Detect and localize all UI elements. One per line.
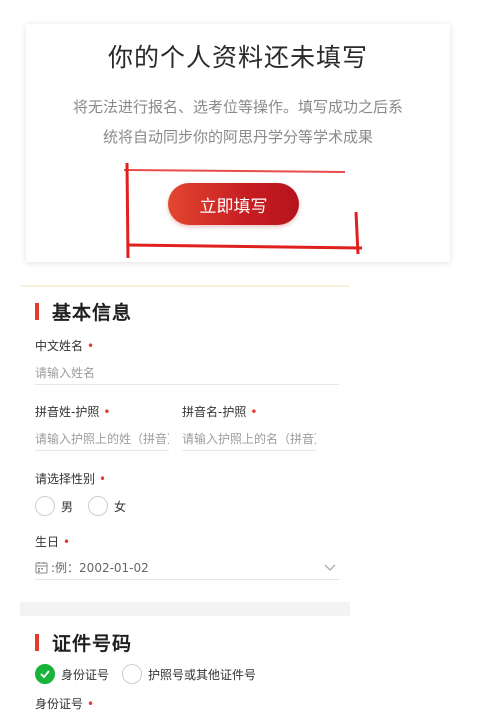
basic-info-header: 基本信息	[35, 300, 133, 324]
pinyin-given-name-label: 拼音名-护照 •	[182, 405, 258, 419]
required-mark: •	[99, 472, 107, 486]
id-section-title: 证件号码	[52, 632, 133, 655]
profile-incomplete-card: 你的个人资料还未填写 将无法进行报名、选考位等操作。填写成功之后系 统将自动同步…	[26, 24, 450, 262]
id-section-header: 证件号码	[35, 631, 133, 655]
section-accent-bar	[35, 302, 39, 320]
basic-info-title: 基本信息	[52, 301, 133, 324]
pinyin-surname-input[interactable]	[35, 427, 169, 451]
radio-circle[interactable]	[35, 496, 55, 516]
birthday-placeholder: :例：2002-01-02	[51, 561, 149, 575]
required-mark: •	[63, 535, 71, 549]
chinese-name-input[interactable]	[35, 361, 339, 385]
required-mark: •	[87, 697, 95, 710]
required-mark: •	[103, 405, 111, 419]
section-divider	[20, 602, 350, 616]
radio-circle[interactable]	[88, 496, 108, 516]
id-type-radio-id-card[interactable]: 身份证号	[35, 664, 109, 684]
prompt-title: 你的个人资料还未填写	[107, 43, 368, 72]
radio-circle-checked[interactable]	[35, 664, 55, 684]
birthday-label: 生日 •	[35, 535, 71, 549]
required-mark: •	[250, 405, 258, 419]
check-icon	[40, 670, 50, 679]
prompt-description-line-1: 将无法进行报名、选考位等操作。填写成功之后系	[72, 98, 403, 116]
pinyin-given-name-input[interactable]	[182, 427, 316, 451]
calendar-icon	[35, 562, 48, 574]
birthday-date-picker[interactable]: :例：2002-01-02	[35, 556, 339, 580]
pinyin-surname-label: 拼音姓-护照 •	[35, 405, 111, 419]
required-mark: •	[87, 339, 95, 353]
gender-radio-female[interactable]: 女	[88, 496, 126, 516]
id-number-label: 身份证号 •	[35, 697, 95, 710]
chevron-down-icon[interactable]	[323, 560, 337, 574]
prompt-description-line-2: 统将自动同步你的阿思丹学分等学术成果	[102, 128, 373, 146]
fill-now-button[interactable]: 立即填写	[168, 183, 299, 225]
radio-circle[interactable]	[122, 664, 142, 684]
section-divider-line	[20, 285, 350, 287]
gender-radio-male[interactable]: 男	[35, 496, 73, 516]
prompt-description: 将无法进行报名、选考位等操作。填写成功之后系 统将自动同步你的阿思丹学分等学术成…	[36, 92, 440, 152]
section-accent-bar	[35, 633, 39, 651]
gender-label: 请选择性别 •	[35, 472, 107, 486]
id-type-radio-passport[interactable]: 护照号或其他证件号	[122, 664, 256, 684]
chinese-name-label: 中文姓名 •	[35, 339, 95, 353]
